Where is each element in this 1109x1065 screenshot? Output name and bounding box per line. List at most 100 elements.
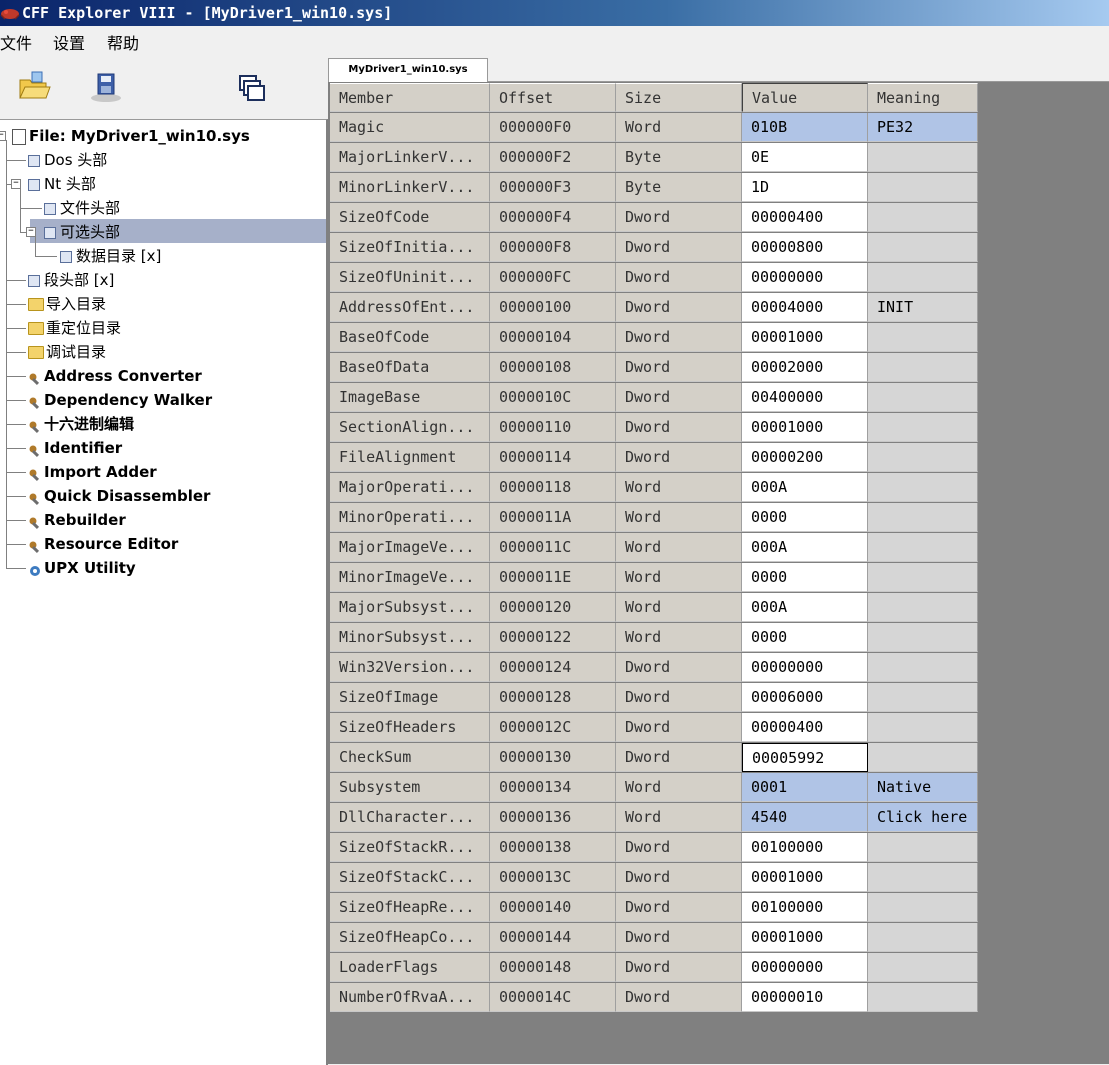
cell-size: Dword [616,683,742,712]
cell-meaning[interactable]: Click here [868,803,978,832]
tree-tool-resource-editor[interactable]: Resource Editor [28,533,178,555]
cell-value[interactable]: 00000000 [742,953,868,982]
cell-size: Word [616,113,742,142]
cell-value[interactable]: 00002000 [742,353,868,382]
cell-value[interactable]: 0000 [742,503,868,532]
cell-offset: 0000011C [490,533,616,562]
wrench-icon [28,370,42,385]
column-header-size[interactable]: Size [616,83,742,112]
tree-tool-import-adder[interactable]: Import Adder [28,461,157,483]
cell-value[interactable]: 010B [742,113,868,142]
column-header-value[interactable]: Value [742,83,868,112]
cell-meaning [868,593,978,622]
cell-size: Word [616,623,742,652]
tree-root-file[interactable]: File: MyDriver1_win10.sys [12,125,250,147]
cell-offset: 000000F3 [490,173,616,202]
cell-member: MinorLinkerV... [330,173,490,202]
cell-value[interactable]: 0001 [742,773,868,802]
tree-item-dos-header[interactable]: Dos 头部 [28,149,107,171]
column-header-member[interactable]: Member [330,83,490,112]
cell-offset: 00000124 [490,653,616,682]
header-icon [28,154,40,167]
header-icon [44,202,56,215]
tree-item-file-header[interactable]: 文件头部 [44,197,120,219]
cell-value[interactable]: 00001000 [742,323,868,352]
tree-item-import-directory[interactable]: 导入目录 [28,293,106,315]
tree-item-data-directories[interactable]: 数据目录 [x] [60,245,161,267]
header-icon [28,274,40,287]
wrench-icon [28,490,42,505]
tree-tool-hex-editor[interactable]: 十六进制编辑 [28,413,134,435]
cell-value[interactable]: 00000000 [742,653,868,682]
tree-tool-identifier[interactable]: Identifier [28,437,122,459]
cell-value[interactable]: 00001000 [742,413,868,442]
wrench-icon [28,514,42,529]
cell-value[interactable]: 000A [742,533,868,562]
cell-value[interactable]: 00001000 [742,923,868,952]
windows-cascade-icon[interactable] [234,70,270,106]
cell-member: CheckSum [330,743,490,772]
cell-value[interactable]: 00000400 [742,713,868,742]
cell-value[interactable]: 0000 [742,623,868,652]
cell-offset: 00000110 [490,413,616,442]
cell-offset: 000000F0 [490,113,616,142]
cell-value[interactable]: 000A [742,593,868,622]
cell-value[interactable]: 00004000 [742,293,868,322]
tree-item-relocation-directory[interactable]: 重定位目录 [28,317,121,339]
cell-meaning: INIT [868,293,978,322]
details-panel: MyDriver1_win10.sys Member Offset Size Valu… [328,55,1109,1064]
menu-help[interactable]: 帮助 [107,30,139,54]
save-disk-icon[interactable] [88,68,124,104]
cell-offset: 00000138 [490,833,616,862]
cell-value[interactable]: 00100000 [742,833,868,862]
cell-member: BaseOfData [330,353,490,382]
cell-member: LoaderFlags [330,953,490,982]
cell-value[interactable]: 00000400 [742,203,868,232]
tree-item-nt-header[interactable]: Nt 头部 [28,173,96,195]
cell-meaning [868,143,978,172]
cell-value[interactable]: 1D [742,173,868,202]
cell-value[interactable]: 0000 [742,563,868,592]
cell-value[interactable]: 00006000 [742,683,868,712]
cell-value[interactable]: 00400000 [742,383,868,412]
cell-value[interactable]: 000A [742,473,868,502]
menu-file[interactable]: 文件 [0,30,32,54]
cell-size: Dword [616,983,742,1012]
open-folder-icon[interactable] [16,68,52,104]
cell-value[interactable]: 0E [742,143,868,172]
cell-offset: 00000136 [490,803,616,832]
collapse-root-toggle[interactable]: − [0,131,6,141]
cell-value[interactable]: 00005992 [742,743,868,772]
column-header-meaning[interactable]: Meaning [868,83,978,112]
cell-offset: 0000014C [490,983,616,1012]
tree-tool-rebuilder[interactable]: Rebuilder [28,509,126,531]
cell-value[interactable]: 00000200 [742,443,868,472]
tree-item-optional-header[interactable]: 可选头部 [44,221,120,243]
cell-value[interactable]: 00000010 [742,983,868,1012]
collapse-optional-toggle[interactable]: − [26,227,36,237]
tree-tool-quick-disassembler[interactable]: Quick Disassembler [28,485,210,507]
cell-value[interactable]: 00001000 [742,863,868,892]
cell-meaning [868,413,978,442]
column-header-offset[interactable]: Offset [490,83,616,112]
cell-member: Subsystem [330,773,490,802]
tree-tool-dependency-walker[interactable]: Dependency Walker [28,389,212,411]
cell-value[interactable]: 00100000 [742,893,868,922]
cell-value[interactable]: 00000000 [742,263,868,292]
cell-value[interactable]: 00000800 [742,233,868,262]
cell-member: SectionAlign... [330,413,490,442]
tab-mydriver[interactable]: MyDriver1_win10.sys [328,58,488,82]
cell-meaning [868,653,978,682]
cell-offset: 0000010C [490,383,616,412]
cell-size: Dword [616,833,742,862]
tree-tool-address-converter[interactable]: Address Converter [28,365,202,387]
cell-value[interactable]: 4540 [742,803,868,832]
tree-tool-upx-utility[interactable]: UPX Utility [28,557,136,579]
title-bar: CFF Explorer VIII - [MyDriver1_win10.sys… [0,0,1109,26]
menu-settings[interactable]: 设置 [53,30,85,54]
cell-meaning [868,203,978,232]
wrench-icon [28,394,42,409]
tree-item-section-headers[interactable]: 段头部 [x] [28,269,114,291]
collapse-nt-toggle[interactable]: − [11,179,21,189]
tree-item-debug-directory[interactable]: 调试目录 [28,341,106,363]
